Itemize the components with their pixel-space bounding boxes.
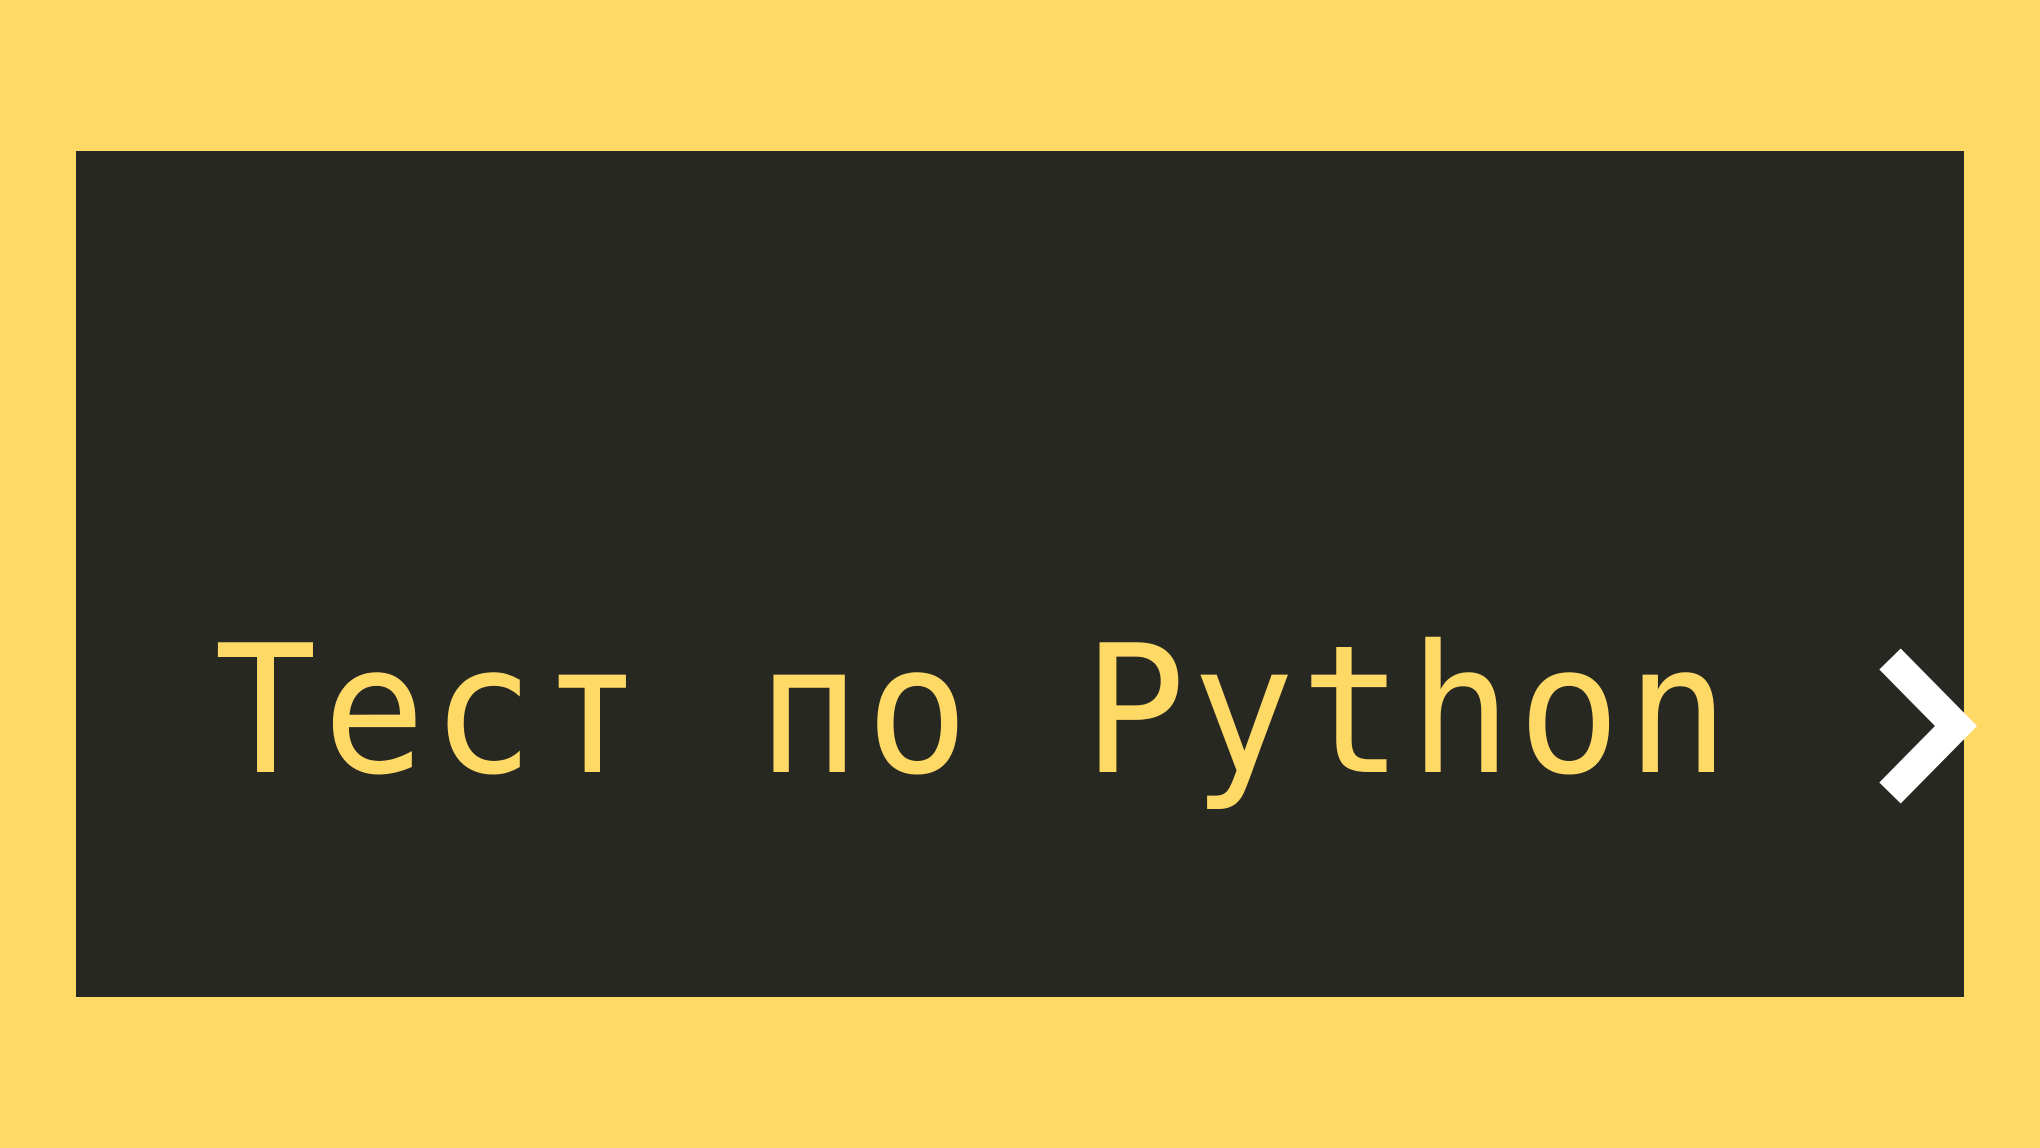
chevron-right-icon[interactable] (1872, 639, 1996, 813)
chevron-right-icon-stroke (1879, 648, 1978, 804)
banner-panel[interactable]: Тест по Python (76, 151, 1978, 997)
chevron-right-icon-svg (1879, 648, 1978, 804)
banner-frame: Тест по Python (0, 0, 2040, 1148)
banner-title: Тест по Python (214, 607, 1735, 814)
